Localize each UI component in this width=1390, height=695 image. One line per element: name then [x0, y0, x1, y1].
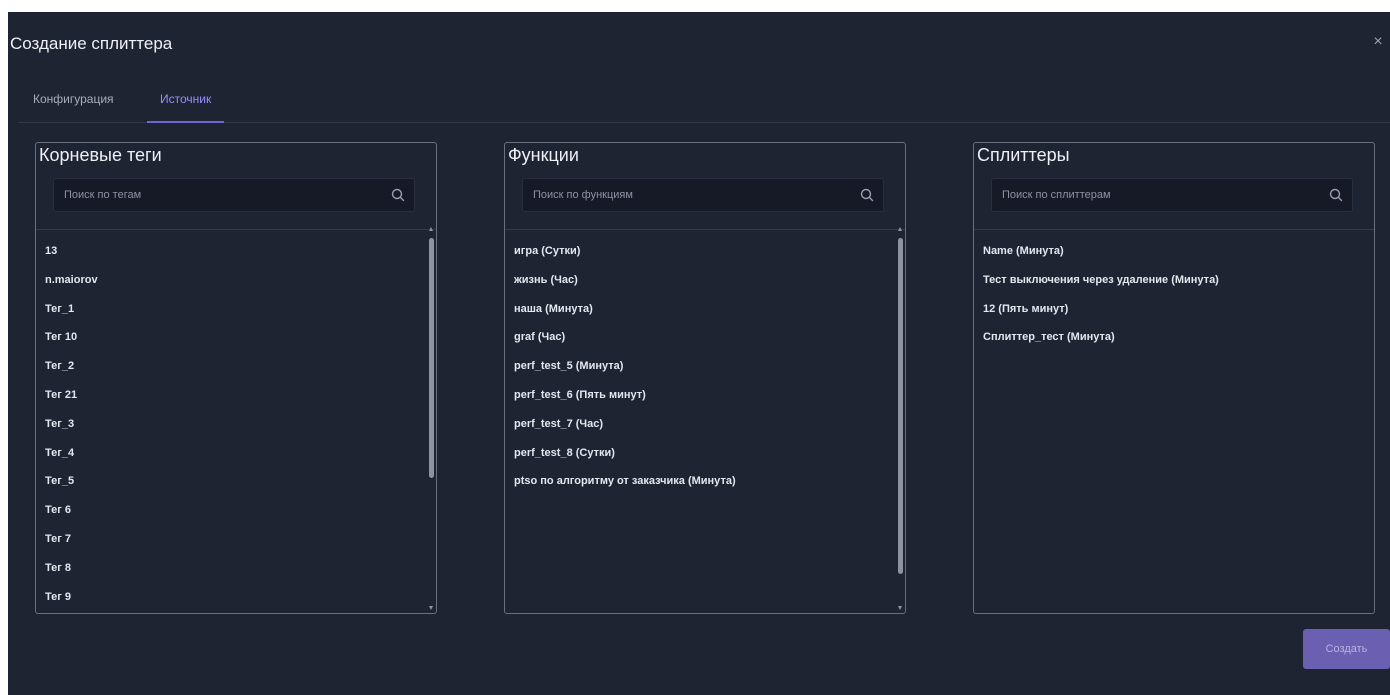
close-icon[interactable]: × [1370, 34, 1386, 50]
splitters-panel: Сплиттеры Name (Минута)Тест выключения ч… [973, 142, 1375, 614]
tag-list-item[interactable]: Тег 7 [45, 525, 422, 554]
function-list-item[interactable]: perf_test_6 (Пять минут) [514, 381, 891, 410]
tag-list-item[interactable]: Тег_2 [45, 352, 422, 381]
tag-list-item[interactable]: 13 [45, 237, 422, 266]
functions-scrollbar[interactable] [898, 227, 903, 610]
tag-list-item[interactable]: Тег 21 [45, 381, 422, 410]
tag-list-item[interactable]: Тег_3 [45, 410, 422, 439]
tags-scrollbar[interactable] [429, 227, 434, 610]
tag-list-item[interactable]: Тег_1 [45, 295, 422, 324]
scroll-down-arrow[interactable] [898, 606, 902, 610]
list-divider [974, 229, 1374, 230]
root-tags-title: Корневые теги [39, 145, 162, 165]
function-list-item[interactable]: игра (Сутки) [514, 237, 891, 266]
functions-search-box [522, 178, 884, 212]
splitter-list-item[interactable]: Тест выключения через удаление (Минута) [983, 266, 1360, 295]
functions-title: Функции [508, 145, 579, 165]
scroll-up-arrow[interactable] [429, 227, 433, 231]
tag-list-item[interactable]: n.maiorov [45, 266, 422, 295]
tag-list-item[interactable]: Тег 9 [45, 583, 422, 609]
tag-list-item[interactable]: Тег_4 [45, 439, 422, 468]
search-icon[interactable] [859, 187, 875, 203]
splitters-list: Name (Минута) Тест выключения через удале… [983, 237, 1360, 609]
list-divider [36, 229, 436, 230]
tag-list-item[interactable]: Тег 10 [45, 323, 422, 352]
tag-list-item[interactable]: Тег 6 [45, 496, 422, 525]
functions-search-input[interactable] [523, 179, 853, 211]
scroll-thumb[interactable] [429, 238, 434, 478]
splitters-search-input[interactable] [992, 179, 1322, 211]
scroll-down-arrow[interactable] [429, 606, 433, 610]
tags-search-box [53, 178, 415, 212]
functions-panel: Функции игра (Сутки)жизнь (Час)наша (Мин… [504, 142, 906, 614]
tab-source[interactable]: Источник [146, 90, 225, 123]
functions-list: игра (Сутки) жизнь (Час) наша (Минута) graf… [514, 237, 891, 609]
tags-search-input[interactable] [54, 179, 384, 211]
tags-list: 13 n.maiorov Тег_1 Тег 10 Тег_2 Тег 21 Тег_3 Те… [45, 237, 422, 609]
search-icon[interactable] [390, 187, 406, 203]
modal-title: Создание сплиттера [10, 34, 173, 53]
splitter-list-item[interactable]: Сплиттер_тест (Минута) [983, 323, 1360, 352]
function-list-item[interactable]: perf_test_5 (Минута) [514, 352, 891, 381]
list-divider [505, 229, 905, 230]
scroll-thumb[interactable] [898, 238, 903, 574]
function-list-item[interactable]: perf_test_7 (Час) [514, 410, 891, 439]
splitter-list-item[interactable]: Name (Минута) [983, 237, 1360, 266]
splitter-list-item[interactable]: 12 (Пять минут) [983, 295, 1360, 324]
tab-bar: Конфигурация Источник [18, 90, 1390, 123]
tag-list-item[interactable]: Тег_5 [45, 467, 422, 496]
search-icon[interactable] [1328, 187, 1344, 203]
splitters-title: Сплиттеры [977, 145, 1070, 165]
function-list-item[interactable]: perf_test_8 (Сутки) [514, 439, 891, 468]
function-list-item[interactable]: жизнь (Час) [514, 266, 891, 295]
function-list-item[interactable]: graf (Час) [514, 323, 891, 352]
tag-list-item[interactable]: Тег 8 [45, 554, 422, 583]
create-button[interactable]: Создать [1303, 629, 1390, 669]
splitters-search-box [991, 178, 1353, 212]
function-list-item[interactable]: ptso по алгоритму от заказчика (Минута) [514, 467, 891, 496]
root-tags-panel: Корневые теги 13n.maiorovТег_1Тег 10Тег_… [35, 142, 437, 614]
scroll-up-arrow[interactable] [898, 227, 902, 231]
tab-configuration[interactable]: Конфигурация [33, 90, 114, 123]
function-list-item[interactable]: наша (Минута) [514, 295, 891, 324]
create-splitter-modal: Создание сплиттера × Конфигурация Источн… [8, 12, 1390, 695]
